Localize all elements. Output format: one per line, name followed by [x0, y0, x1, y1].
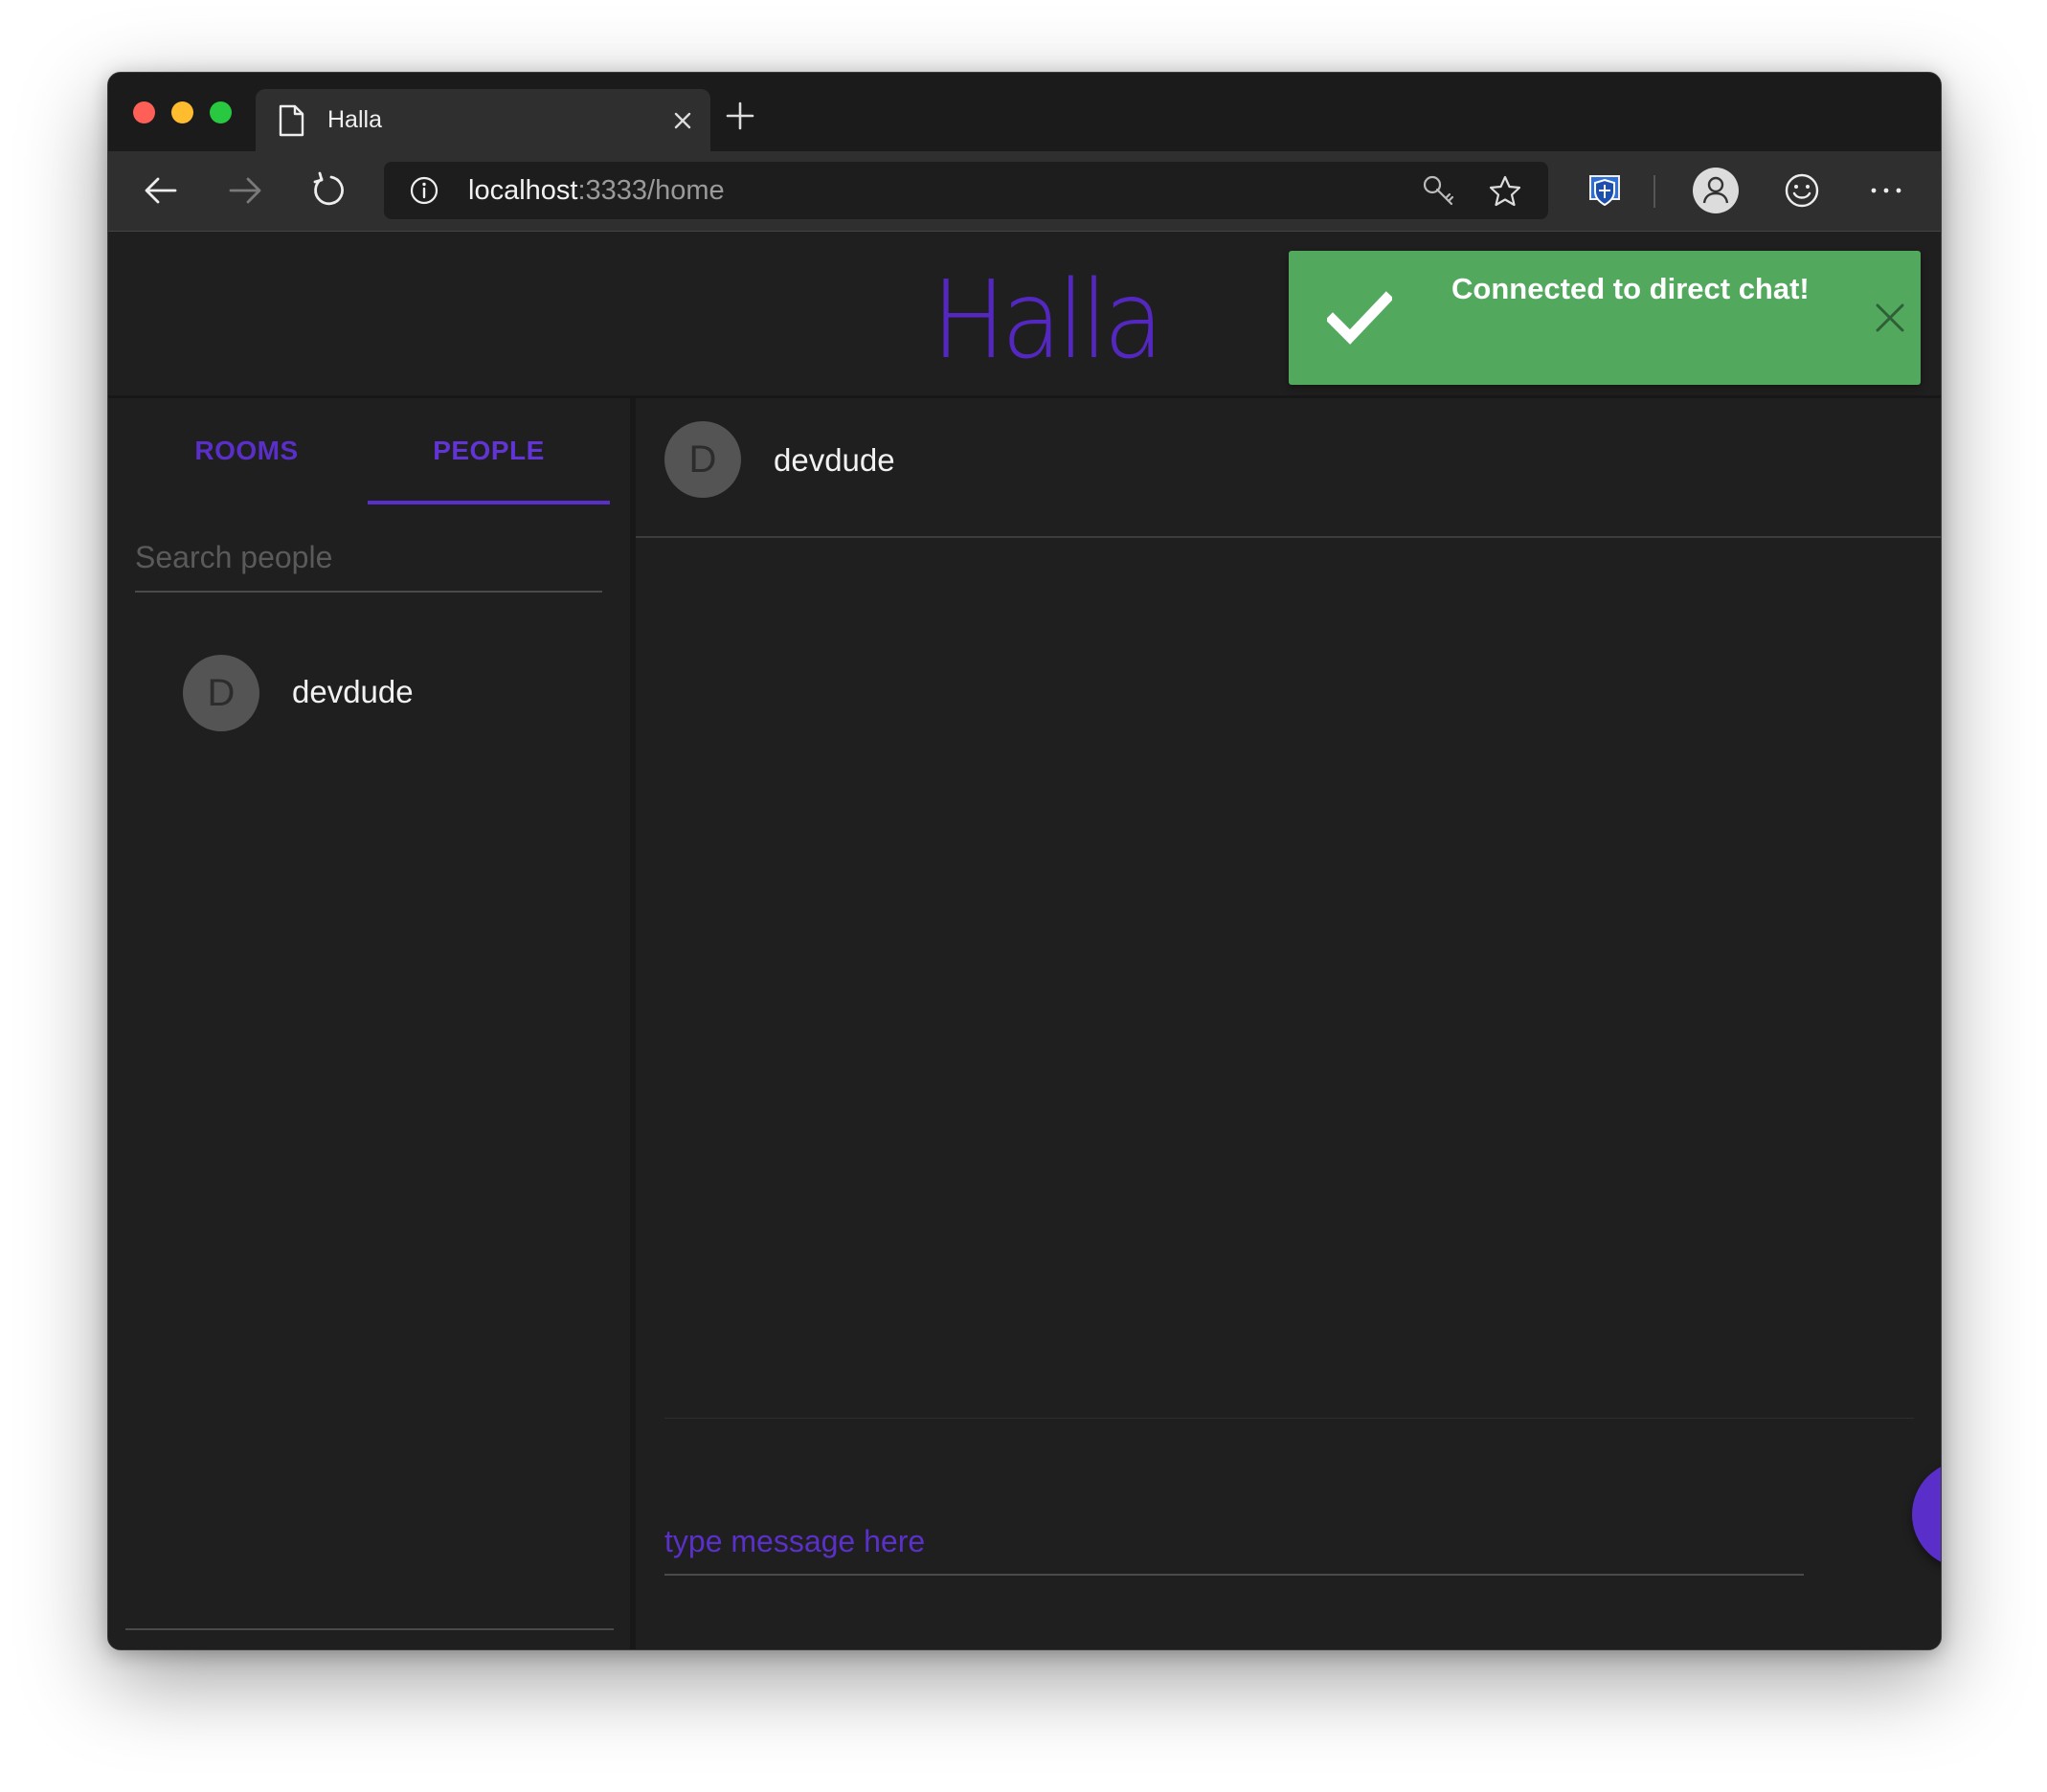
toast-notification: Connected to direct chat!: [1289, 251, 1921, 385]
maximize-window-button[interactable]: [210, 101, 232, 123]
key-icon[interactable]: [1421, 173, 1457, 210]
more-icon[interactable]: [1864, 168, 1908, 213]
message-composer[interactable]: [664, 1499, 1804, 1576]
app-area: Halla Connected to direct chat! ROOMS PE…: [108, 232, 1941, 1649]
chat-avatar: D: [664, 421, 741, 498]
chat-header: D devdude: [636, 398, 1941, 538]
toolbar-divider: [1653, 175, 1655, 208]
url-path: :3333/home: [577, 175, 725, 206]
browser-tab[interactable]: Halla: [256, 89, 710, 151]
active-tab-indicator: [368, 501, 610, 504]
avatar: D: [183, 655, 259, 731]
url-text[interactable]: localhost:3333/home: [468, 175, 725, 207]
message-input[interactable]: [664, 1518, 1804, 1564]
tab-close-icon[interactable]: [670, 108, 695, 133]
tab-people[interactable]: PEOPLE: [368, 398, 610, 504]
forward-arrow-right-icon[interactable]: [225, 170, 265, 211]
chat-panel: D devdude: [636, 398, 1941, 1649]
refresh-icon[interactable]: [309, 170, 349, 211]
app-header: Halla Connected to direct chat!: [108, 232, 1941, 398]
app-logo: Halla: [932, 258, 1164, 383]
sidebar-divider: [125, 1628, 614, 1630]
title-bar: Halla: [108, 73, 1941, 151]
tab-title: Halla: [327, 106, 382, 133]
search-people-field[interactable]: [135, 527, 602, 593]
close-window-button[interactable]: [133, 101, 155, 123]
people-list-item[interactable]: D devdude: [183, 655, 566, 733]
sidebar-tabs: ROOMS PEOPLE: [125, 398, 610, 504]
info-icon[interactable]: [409, 175, 439, 206]
page-icon: [279, 104, 304, 137]
address-bar[interactable]: localhost:3333/home: [384, 162, 1548, 219]
toast-message: Connected to direct chat!: [1451, 272, 1810, 305]
tab-rooms[interactable]: ROOMS: [125, 398, 368, 504]
browser-window: Halla localhost:3333/home Halla Connecte…: [107, 72, 1942, 1650]
toast-close-icon[interactable]: [1873, 301, 1907, 335]
shield-icon[interactable]: [1583, 168, 1627, 213]
messages-divider: [664, 1418, 1914, 1419]
smiley-icon[interactable]: [1780, 168, 1824, 213]
minimize-window-button[interactable]: [171, 101, 193, 123]
person-name: devdude: [292, 674, 414, 709]
search-input[interactable]: [135, 527, 602, 587]
profile-icon[interactable]: [1692, 167, 1740, 214]
chat-title: devdude: [774, 442, 895, 478]
back-arrow-left-icon[interactable]: [141, 170, 181, 211]
new-tab-plus-icon[interactable]: [726, 101, 754, 130]
check-icon: [1327, 291, 1392, 345]
star-icon[interactable]: [1487, 173, 1523, 210]
url-host: localhost: [468, 175, 578, 206]
sidebar: ROOMS PEOPLE D devdude: [108, 398, 636, 1649]
send-button[interactable]: [1912, 1461, 1941, 1568]
browser-toolbar: localhost:3333/home: [108, 151, 1941, 232]
